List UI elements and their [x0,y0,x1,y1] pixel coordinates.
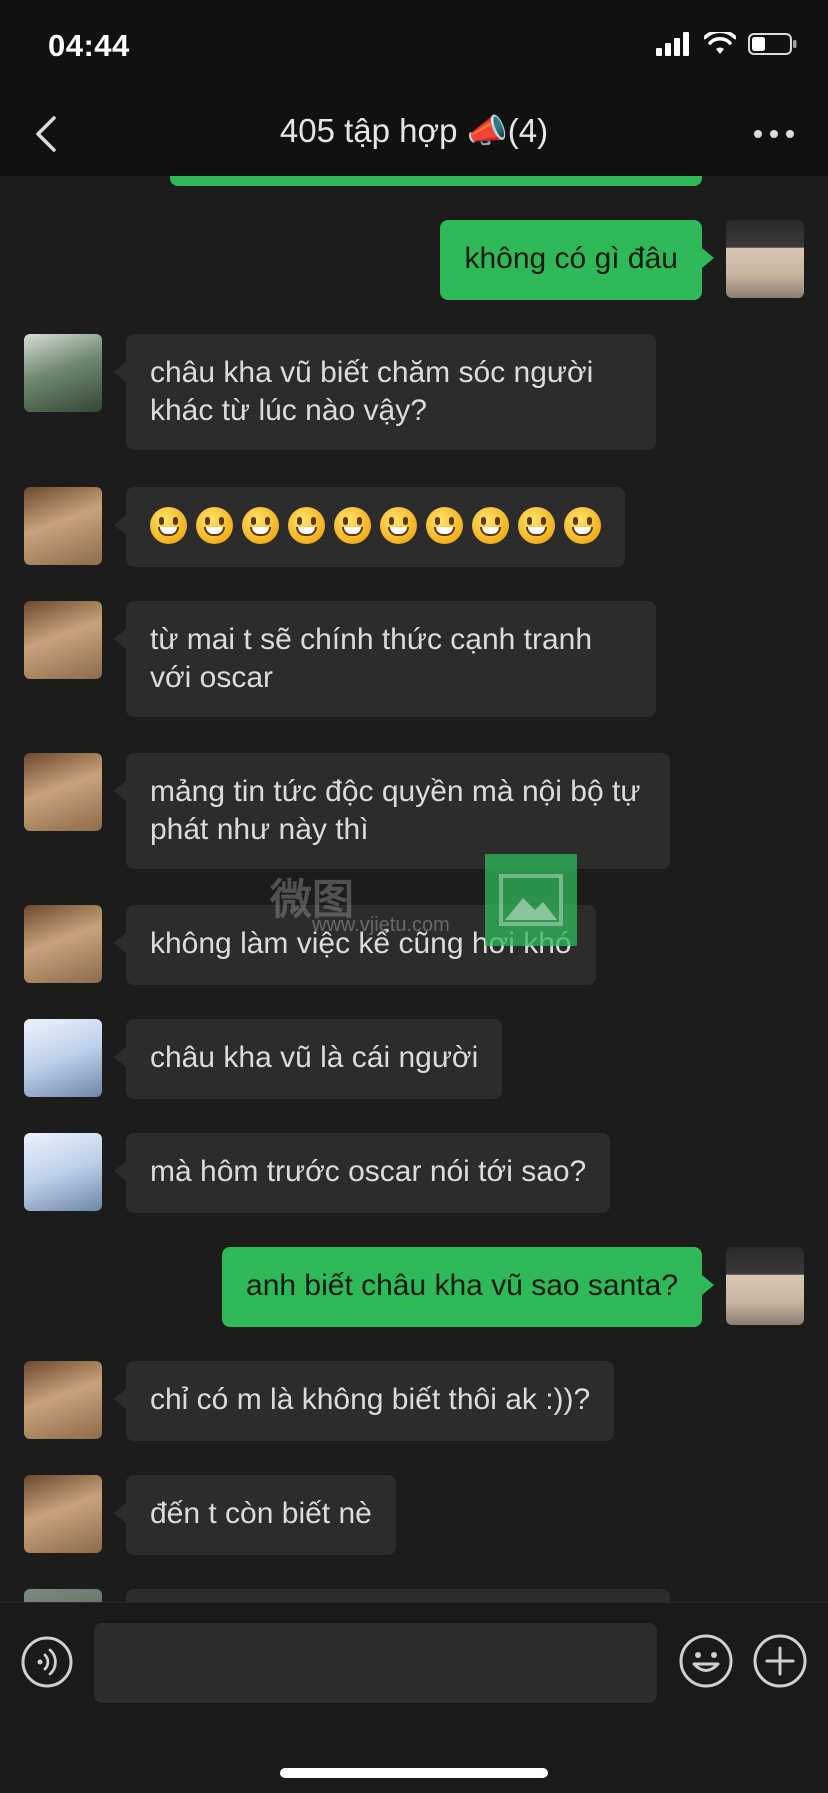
grinning-face-emoji [196,507,233,544]
avatar-member[interactable] [24,1589,102,1602]
avatar-member[interactable] [24,1361,102,1439]
grinning-face-emoji [518,507,555,544]
message-bubble[interactable]: đến t còn biết nè [126,1475,396,1555]
emoji-message-bubble[interactable] [126,487,625,567]
grinning-face-emoji [564,507,601,544]
input-bar [0,1602,828,1793]
more-dots-icon[interactable] [748,110,800,158]
grinning-face-emoji [288,507,325,544]
avatar-member[interactable] [24,1133,102,1211]
voice-icon[interactable] [20,1635,74,1689]
avatar-self[interactable] [726,1247,804,1325]
message-bubble[interactable]: châu kha vũ biết chăm sóc người khác từ … [126,334,656,450]
avatar-member[interactable] [24,1019,102,1097]
grinning-face-emoji [472,507,509,544]
grinning-face-emoji [426,507,463,544]
message-incoming: không làm việc kể cũng hơi khó [0,905,828,985]
message-outgoing: không có gì đâu [0,220,828,300]
grinning-face-emoji [242,507,279,544]
avatar-member[interactable] [24,601,102,679]
message-incoming: châu kha vũ biết chăm sóc người khác từ … [0,334,828,454]
message-bubble[interactable]: mảng tin tức độc quyền mà nội bộ tự phát… [126,753,670,869]
message-incoming [0,487,828,567]
previous-message-edge [170,176,702,186]
message-bubble[interactable]: không có gì đâu [440,220,702,300]
avatar-member[interactable] [24,334,102,412]
chat-header: 405 tập hợp 📣(4) [0,92,828,176]
emoji-row [150,507,601,544]
message-incoming: chỉ có m là không biết thôi ak :))? [0,1361,828,1441]
plus-icon[interactable] [752,1633,808,1689]
home-indicator[interactable] [280,1768,548,1778]
message-incoming: mảng tin tức độc quyền mà nội bộ tự phát… [0,753,828,873]
message-outgoing: anh biết châu kha vũ sao santa? [0,1247,828,1327]
message-bubble[interactable]: châu kha vũ là cái người [126,1019,503,1099]
status-bar: 04:44 [0,0,828,92]
avatar-member[interactable] [24,1475,102,1553]
message-bubble[interactable]: anh biết châu kha vũ sao santa? [222,1247,702,1327]
message-bubble[interactable]: không làm việc kể cũng hơi khó [126,905,596,985]
avatar-self[interactable] [726,220,804,298]
signal-icon [656,32,689,56]
message-bubble[interactable]: chỉ có m là không biết thôi ak :))? [126,1361,615,1441]
message-incoming: mà hôm trước oscar nói tới sao? [0,1133,828,1213]
message-incoming: đến t còn biết nè [0,1475,828,1555]
status-time: 04:44 [48,28,130,63]
avatar-member[interactable] [24,487,102,565]
wifi-icon [704,32,736,54]
grinning-face-emoji [380,507,417,544]
message-bubble[interactable] [126,1589,670,1602]
message-input[interactable] [94,1623,657,1703]
message-incoming-partial [0,1589,828,1602]
message-incoming: từ mai t sẽ chính thức cạnh tranh với os… [0,601,828,721]
grinning-face-emoji [150,507,187,544]
message-bubble[interactable]: mà hôm trước oscar nói tới sao? [126,1133,611,1213]
avatar-member[interactable] [24,905,102,983]
message-list[interactable]: không có gì đâu châu kha vũ biết chăm só… [0,176,828,1602]
grinning-face-emoji [334,507,371,544]
battery-icon [748,33,797,55]
emoji-icon[interactable] [678,1633,734,1689]
status-icons [656,32,798,56]
message-incoming: châu kha vũ là cái người [0,1019,828,1099]
avatar-member[interactable] [24,753,102,831]
chat-title[interactable]: 405 tập hợp 📣(4) [0,112,828,151]
message-bubble[interactable]: từ mai t sẽ chính thức cạnh tranh với os… [126,601,656,717]
